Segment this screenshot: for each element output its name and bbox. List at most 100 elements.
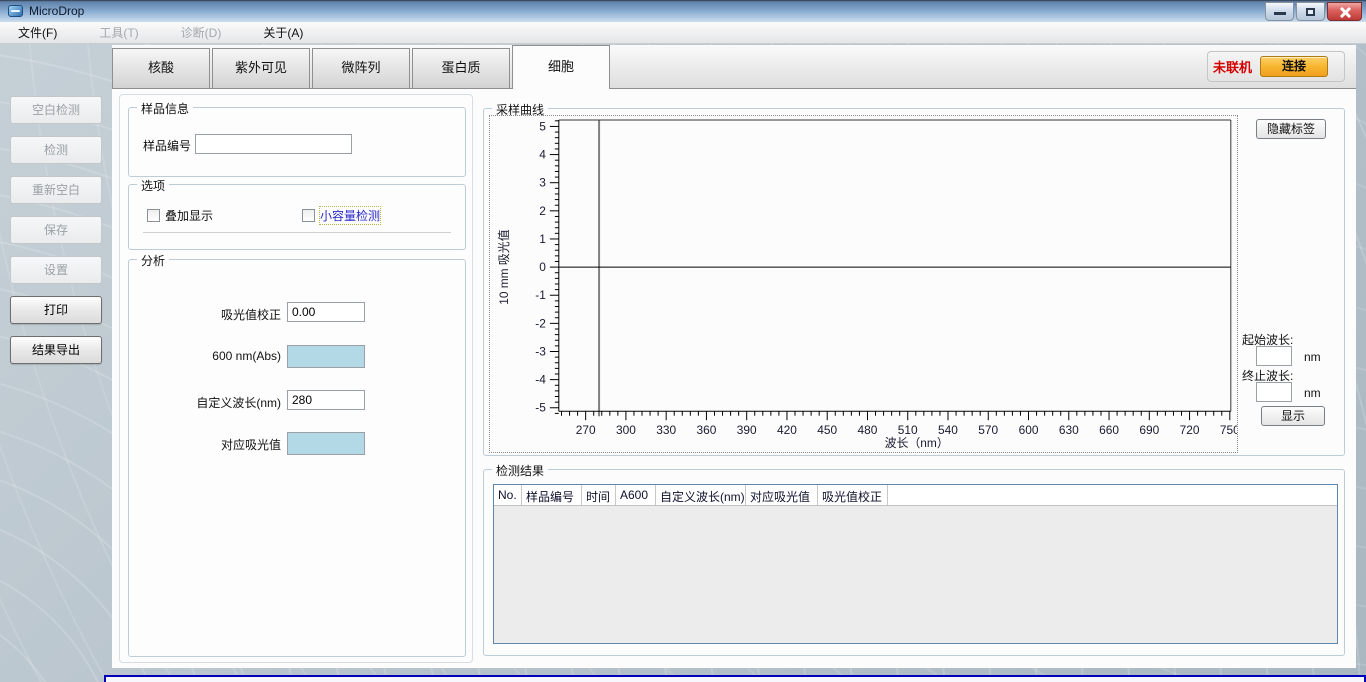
- col-abs-correction: 吸光值校正: [818, 485, 888, 505]
- svg-text:-4: -4: [535, 373, 546, 387]
- svg-text:450: 450: [817, 423, 837, 437]
- minimize-icon: [1274, 12, 1286, 15]
- svg-text:390: 390: [737, 423, 757, 437]
- options-separator: [143, 232, 451, 233]
- svg-text:4: 4: [539, 148, 546, 162]
- start-wavelength-input[interactable]: [1256, 346, 1292, 366]
- corresponding-abs-field: [287, 432, 365, 455]
- sample-id-input[interactable]: [195, 134, 352, 154]
- app-icon: [8, 5, 23, 17]
- sampling-curve-group: 采样曲线 543210-1-2-3-4-52703003303603904204…: [483, 108, 1345, 456]
- minimize-button[interactable]: [1265, 2, 1294, 21]
- menu-tools[interactable]: 工具(T): [89, 21, 148, 44]
- svg-text:1: 1: [539, 232, 546, 246]
- tab-strip: 核酸 紫外可见 微阵列 蛋白质 细胞 未联机 连接: [112, 45, 1356, 88]
- end-wavelength-input[interactable]: [1256, 382, 1292, 402]
- svg-text:300: 300: [616, 423, 636, 437]
- sidebar-button-1[interactable]: 检测: [10, 136, 102, 164]
- analysis-group: 分析 吸光值校正 600 nm(Abs) 自定义波长(nm) 对应吸光值: [128, 259, 466, 657]
- svg-text:750: 750: [1220, 423, 1237, 437]
- col-custom-wavelength: 自定义波长(nm): [656, 485, 746, 505]
- tab-cell[interactable]: 细胞: [512, 45, 610, 89]
- svg-text:720: 720: [1180, 423, 1200, 437]
- col-time: 时间: [582, 485, 616, 505]
- svg-text:360: 360: [696, 423, 716, 437]
- svg-text:0: 0: [539, 260, 546, 274]
- menu-file[interactable]: 文件(F): [8, 21, 67, 44]
- svg-text:660: 660: [1099, 423, 1119, 437]
- close-button[interactable]: [1327, 2, 1362, 21]
- results-group-label: 检测结果: [492, 462, 548, 479]
- svg-text:570: 570: [978, 423, 998, 437]
- sidebar-button-5[interactable]: 打印: [10, 296, 102, 324]
- tab-uv-vis[interactable]: 紫外可见: [212, 48, 310, 88]
- left-panel: 样品信息 样品编号 选项 叠加显示 小容量检测: [119, 94, 473, 663]
- sample-id-label: 样品编号: [143, 137, 191, 154]
- sidebar-button-4[interactable]: 设置: [10, 256, 102, 284]
- connection-panel: 未联机 连接: [1207, 51, 1345, 82]
- a600-label: 600 nm(Abs): [129, 349, 281, 363]
- tab-protein[interactable]: 蛋白质: [412, 48, 510, 88]
- checkbox-icon: [302, 209, 315, 222]
- svg-text:270: 270: [576, 423, 596, 437]
- hide-labels-button[interactable]: 隐藏标签: [1256, 119, 1326, 139]
- options-group: 选项 叠加显示 小容量检测: [128, 184, 466, 250]
- svg-text:690: 690: [1139, 423, 1159, 437]
- svg-text:2: 2: [539, 204, 546, 218]
- corresponding-abs-label: 对应吸光值: [129, 436, 281, 453]
- restore-button[interactable]: [1296, 2, 1325, 21]
- tab-nucleic-acid[interactable]: 核酸: [112, 48, 210, 88]
- sample-info-group-label: 样品信息: [137, 100, 193, 117]
- display-button[interactable]: 显示: [1261, 406, 1325, 426]
- col-a600: A600: [616, 485, 656, 505]
- main-area: 核酸 紫外可见 微阵列 蛋白质 细胞 未联机 连接 样品信息 样品编号 选项: [112, 45, 1356, 668]
- connect-button[interactable]: 连接: [1260, 56, 1328, 77]
- spectrum-chart: 543210-1-2-3-4-5270300330360390420450480…: [489, 115, 1238, 453]
- footer-strip: [104, 675, 1366, 682]
- overlay-checkbox[interactable]: 叠加显示: [147, 207, 213, 224]
- options-group-label: 选项: [137, 177, 169, 194]
- connection-status: 未联机: [1213, 57, 1252, 76]
- col-no: No.: [494, 485, 522, 505]
- sample-info-group: 样品信息 样品编号: [128, 107, 466, 177]
- svg-text:510: 510: [898, 423, 918, 437]
- sidebar-button-3[interactable]: 保存: [10, 216, 102, 244]
- menu-diagnosis[interactable]: 诊断(D): [171, 21, 232, 44]
- small-volume-checkbox-label: 小容量检测: [320, 207, 380, 224]
- svg-text:3: 3: [539, 176, 546, 190]
- custom-wavelength-input[interactable]: [287, 390, 365, 410]
- title-bar: MicroDrop: [0, 0, 1366, 22]
- custom-wavelength-label: 自定义波长(nm): [129, 394, 281, 411]
- tab-content: 样品信息 样品编号 选项 叠加显示 小容量检测: [112, 88, 1356, 668]
- abs-correction-input[interactable]: [287, 302, 365, 322]
- sidebar-button-0[interactable]: 空白检测: [10, 96, 102, 124]
- checkbox-icon: [147, 209, 160, 222]
- svg-text:-5: -5: [535, 401, 546, 415]
- svg-text:5: 5: [539, 119, 546, 133]
- overlay-checkbox-label: 叠加显示: [165, 207, 213, 224]
- start-wavelength-unit: nm: [1304, 350, 1321, 364]
- svg-text:600: 600: [1019, 423, 1039, 437]
- results-group: 检测结果 No. 样品编号 时间 A600 自定义波长(nm) 对应吸光值 吸光…: [483, 469, 1345, 656]
- sidebar-button-2[interactable]: 重新空白: [10, 176, 102, 204]
- svg-text:波长（nm）: 波长（nm）: [885, 436, 949, 450]
- menu-bar: 文件(F) 工具(T) 诊断(D) 关于(A): [0, 22, 1366, 44]
- small-volume-checkbox[interactable]: 小容量检测: [302, 207, 380, 224]
- svg-text:630: 630: [1059, 423, 1079, 437]
- results-table[interactable]: No. 样品编号 时间 A600 自定义波长(nm) 对应吸光值 吸光值校正: [493, 484, 1338, 644]
- tab-microarray[interactable]: 微阵列: [312, 48, 410, 88]
- window-title: MicroDrop: [29, 4, 84, 18]
- sidebar-button-6[interactable]: 结果导出: [10, 336, 102, 364]
- app-window: MicroDrop 文件(F) 工具(T) 诊断(D) 关于(A) 空白检测 检…: [0, 0, 1366, 682]
- svg-text:-2: -2: [535, 316, 546, 330]
- results-table-header: No. 样品编号 时间 A600 自定义波长(nm) 对应吸光值 吸光值校正: [494, 485, 1337, 506]
- menu-about[interactable]: 关于(A): [253, 21, 313, 44]
- svg-text:540: 540: [938, 423, 958, 437]
- analysis-group-label: 分析: [137, 252, 169, 269]
- restore-icon: [1306, 8, 1315, 16]
- spectrum-chart-svg: 543210-1-2-3-4-5270300330360390420450480…: [490, 116, 1237, 452]
- col-sample-id: 样品编号: [522, 485, 582, 505]
- svg-text:10 mm 吸光值: 10 mm 吸光值: [497, 229, 511, 305]
- abs-correction-label: 吸光值校正: [129, 306, 281, 323]
- end-wavelength-unit: nm: [1304, 386, 1321, 400]
